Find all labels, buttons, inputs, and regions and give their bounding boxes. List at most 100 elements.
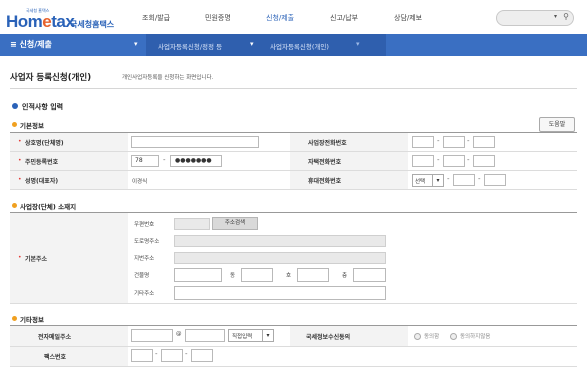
biz-phone-label: 사업장전화번호 xyxy=(308,140,347,147)
nav-inquiry[interactable]: 조회/발급 xyxy=(142,13,170,23)
row-divider xyxy=(10,366,577,367)
disagree-label[interactable]: 동의하지않음 xyxy=(460,332,490,340)
ho-input[interactable] xyxy=(297,268,329,282)
logo-subtitle: 국세청홈택스 xyxy=(70,20,115,29)
home-phone-2[interactable] xyxy=(443,155,465,167)
search-input[interactable]: ▾ ⚲ xyxy=(496,10,574,26)
chevron-down-icon[interactable]: ▾ xyxy=(134,40,138,48)
dash: - xyxy=(437,137,440,145)
email-domain-select[interactable]: 직접입력 ▾ xyxy=(228,329,274,342)
help-button[interactable]: 도움말 xyxy=(539,117,575,132)
search-icon[interactable]: ⚲ xyxy=(563,12,569,21)
email-select-value: 직접입력 xyxy=(232,334,253,340)
agree-label[interactable]: 동의함 xyxy=(424,332,439,340)
required-mark: • xyxy=(18,138,22,145)
mobile-label: 휴대전화번호 xyxy=(308,178,342,185)
name-label: 성명(대표자) xyxy=(25,178,59,185)
row-divider xyxy=(10,151,577,152)
trade-name-input[interactable] xyxy=(131,136,259,148)
row-divider xyxy=(10,170,577,171)
email-label: 전자메일주소 xyxy=(38,334,72,341)
dash: - xyxy=(478,175,481,183)
dash: - xyxy=(155,350,158,358)
consent-label: 국세정보수신동의 xyxy=(306,334,351,341)
row-divider xyxy=(10,346,577,347)
dash: - xyxy=(467,137,470,145)
floor-input[interactable] xyxy=(353,268,386,282)
address-search-button[interactable]: 주소검색 xyxy=(212,217,258,230)
name-value: 이경식 xyxy=(132,179,148,185)
mobile-2[interactable] xyxy=(453,174,475,186)
biz-phone-1[interactable] xyxy=(412,136,434,148)
chevron-down-icon[interactable]: ▾ xyxy=(356,40,360,48)
bullet-icon xyxy=(12,103,18,109)
subsection-title: 사업장(단체) 소재지 xyxy=(20,203,77,211)
rrn-back-input[interactable]: ●●●●●●● xyxy=(170,155,222,167)
dash: - xyxy=(185,350,188,358)
chevron-down-icon[interactable]: ▾ xyxy=(262,330,273,341)
dong-input[interactable] xyxy=(241,268,273,282)
breadcrumb-item-2[interactable]: 사업자등록신청(개인) xyxy=(270,41,329,51)
home-phone-1[interactable] xyxy=(412,155,434,167)
address-label: 기본주소 xyxy=(25,256,48,263)
postcode-label: 우편번호 xyxy=(134,222,155,228)
postcode-input xyxy=(174,218,210,230)
fax-1[interactable] xyxy=(131,349,153,362)
chevron-down-icon[interactable]: ▾ xyxy=(554,13,557,20)
fax-2[interactable] xyxy=(161,349,183,362)
dash: - xyxy=(163,156,166,164)
mobile-prefix-select[interactable]: 선택 ▾ xyxy=(412,174,444,187)
menu-title[interactable]: ≡ 신청/제출 xyxy=(10,39,52,50)
subsection-title: 기본정보 xyxy=(20,122,44,130)
bullet-icon xyxy=(12,316,17,321)
trade-name-label: 상호명(단체명) xyxy=(25,140,64,147)
required-mark: • xyxy=(18,176,22,183)
nav-filing[interactable]: 신고/납부 xyxy=(330,13,358,23)
at-sign: @ xyxy=(176,331,182,337)
dash: - xyxy=(467,156,470,164)
nav-application[interactable]: 신청/제출 xyxy=(266,13,294,23)
email-id-input[interactable] xyxy=(131,329,173,342)
page-title: 사업자 등록신청(개인) xyxy=(10,73,92,83)
row-divider xyxy=(10,303,577,304)
chevron-down-icon[interactable]: ▾ xyxy=(432,175,443,186)
breadcrumb-item-1[interactable]: 사업자등록신청/정정 등 xyxy=(158,41,222,51)
building-label: 건물명 xyxy=(134,273,150,279)
fax-3[interactable] xyxy=(191,349,213,362)
email-domain-input[interactable] xyxy=(185,329,225,342)
fax-label: 팩스번호 xyxy=(44,354,67,361)
biz-phone-3[interactable] xyxy=(473,136,495,148)
building-input[interactable] xyxy=(174,268,222,282)
divider xyxy=(10,88,577,89)
bullet-icon xyxy=(12,122,17,127)
nav-consult[interactable]: 상담/제보 xyxy=(394,13,422,23)
dash: - xyxy=(447,175,450,183)
home-phone-label: 자택전화번호 xyxy=(308,159,342,166)
subsection-title: 기타정보 xyxy=(20,316,44,324)
floor-label: 층 xyxy=(342,273,348,279)
road-address-input xyxy=(174,235,386,247)
section-title: 인적사항 입력 xyxy=(22,103,64,111)
required-mark: • xyxy=(18,254,22,261)
disagree-radio[interactable] xyxy=(450,333,457,340)
other-address-label: 기타주소 xyxy=(134,291,155,297)
rrn-label: 주민등록번호 xyxy=(25,159,59,166)
chevron-down-icon[interactable]: ▾ xyxy=(250,40,254,48)
agree-radio[interactable] xyxy=(414,333,421,340)
nav-certificate[interactable]: 민원증명 xyxy=(205,13,231,23)
dash: - xyxy=(437,156,440,164)
biz-phone-2[interactable] xyxy=(443,136,465,148)
logo-wordmark: Hometax xyxy=(6,12,75,31)
mobile-3[interactable] xyxy=(484,174,506,186)
required-mark: • xyxy=(18,157,22,164)
other-address-input[interactable] xyxy=(174,286,386,300)
row-divider xyxy=(10,189,577,190)
rrn-front-input[interactable]: 78 xyxy=(131,155,159,167)
mobile-select-value: 선택 xyxy=(415,179,426,185)
page-description: 개인사업자등록을 신청하는 화면입니다. xyxy=(122,75,214,81)
jibun-address-label: 지번주소 xyxy=(134,256,155,262)
jibun-address-input xyxy=(174,252,386,264)
bullet-icon xyxy=(12,203,17,208)
road-address-label: 도로명주소 xyxy=(134,239,160,245)
home-phone-3[interactable] xyxy=(473,155,495,167)
